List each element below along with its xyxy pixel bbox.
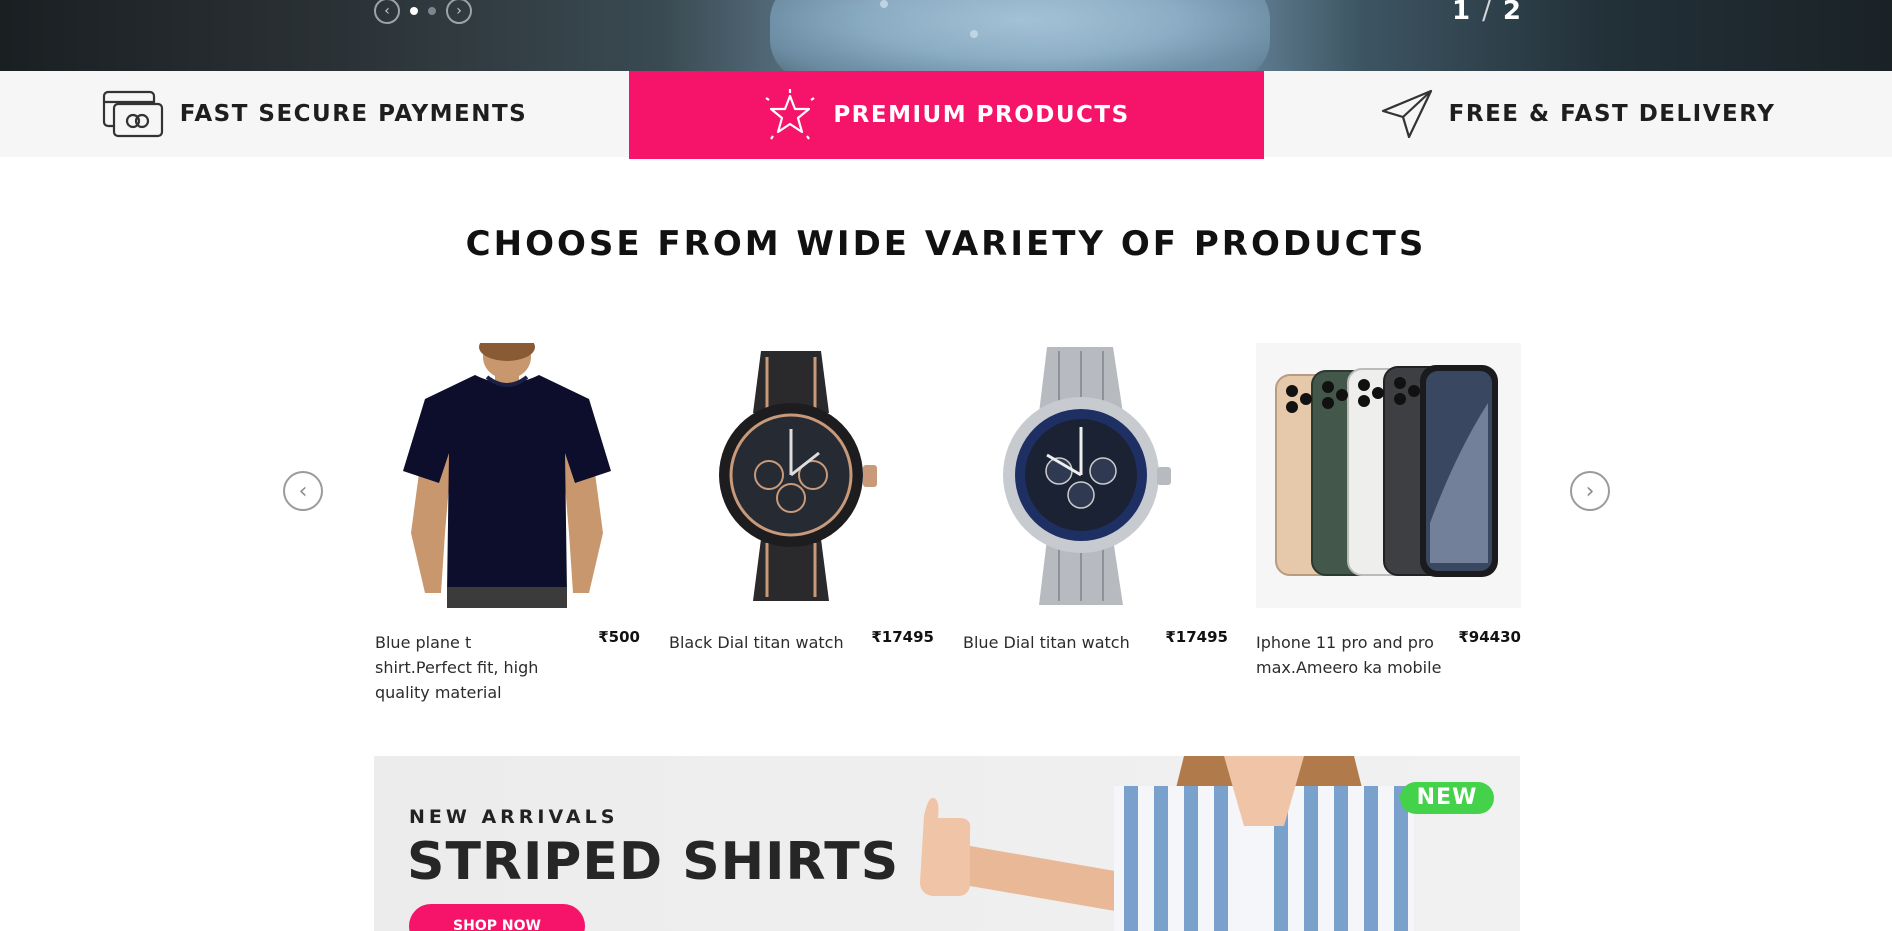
slide-separator: /	[1482, 0, 1493, 26]
shop-now-button[interactable]: SHOP NOW	[409, 904, 585, 931]
carousel-next-button[interactable]: ›	[1570, 471, 1610, 511]
slider-dot-active[interactable]	[410, 7, 418, 15]
product-card[interactable]: Blue Dial titan watch ₹17495	[963, 343, 1228, 655]
new-badge: NEW	[1400, 782, 1494, 814]
banner-headline: STRIPED SHIRTS	[407, 832, 900, 892]
feature-secure-payments: FAST SECURE PAYMENTS	[0, 71, 629, 157]
feature-label: FREE & FAST DELIVERY	[1448, 101, 1776, 127]
product-image-blue-watch[interactable]	[963, 343, 1228, 608]
feature-bar: FAST SECURE PAYMENTS PREMIUM PRODUCTS FR…	[0, 71, 1892, 159]
star-icon	[763, 88, 817, 142]
feature-free-delivery: FREE & FAST DELIVERY	[1264, 71, 1892, 157]
product-card[interactable]: Iphone 11 pro and pro max.Ameero ka mobi…	[1256, 343, 1521, 680]
feature-label: FAST SECURE PAYMENTS	[179, 101, 528, 127]
chevron-left-icon: ‹	[298, 478, 308, 504]
paper-plane-icon	[1381, 89, 1433, 139]
feature-label: PREMIUM PRODUCTS	[833, 102, 1130, 128]
carousel-prev-button[interactable]: ‹	[283, 471, 323, 511]
product-image-iphone[interactable]	[1256, 343, 1521, 608]
product-price: ₹17495	[871, 628, 934, 646]
product-name[interactable]: Blue plane t shirt.Perfect fit, high qua…	[375, 630, 565, 705]
slider-dot[interactable]	[428, 7, 436, 15]
section-title: CHOOSE FROM WIDE VARIETY OF PRODUCTS	[465, 224, 1427, 264]
chevron-left-icon[interactable]: ‹	[374, 0, 400, 24]
product-image-black-watch[interactable]	[669, 343, 934, 608]
chevron-right-icon: ›	[1585, 478, 1595, 504]
product-name[interactable]: Blue Dial titan watch	[963, 630, 1153, 655]
banner-kicker: NEW ARRIVALS	[409, 806, 619, 828]
product-price: ₹94430	[1458, 628, 1521, 646]
hero-image	[770, 0, 1270, 71]
hero-slider-controls: ‹ ›	[374, 0, 472, 24]
hero-slider: ‹ › 1 / 2	[0, 0, 1892, 71]
feature-premium-products: PREMIUM PRODUCTS	[629, 71, 1264, 159]
product-price: ₹17495	[1165, 628, 1228, 646]
new-arrivals-banner: NEW ARRIVALS STRIPED SHIRTS SHOP NOW NEW	[374, 756, 1520, 931]
product-carousel: ‹ Blue plane t shirt.Perfect fit, high q…	[0, 343, 1892, 702]
chevron-right-icon[interactable]: ›	[446, 0, 472, 24]
product-price: ₹500	[598, 628, 640, 646]
product-card[interactable]: Blue plane t shirt.Perfect fit, high qua…	[375, 343, 640, 705]
product-image-tshirt[interactable]	[375, 343, 640, 608]
slide-current: 1	[1452, 0, 1473, 26]
credit-card-icon	[102, 90, 164, 138]
slide-total: 2	[1502, 0, 1523, 26]
product-card[interactable]: Black Dial titan watch ₹17495	[669, 343, 934, 655]
slide-counter: 1 / 2	[1452, 0, 1523, 26]
product-name[interactable]: Iphone 11 pro and pro max.Ameero ka mobi…	[1256, 630, 1446, 680]
product-name[interactable]: Black Dial titan watch	[669, 630, 859, 655]
